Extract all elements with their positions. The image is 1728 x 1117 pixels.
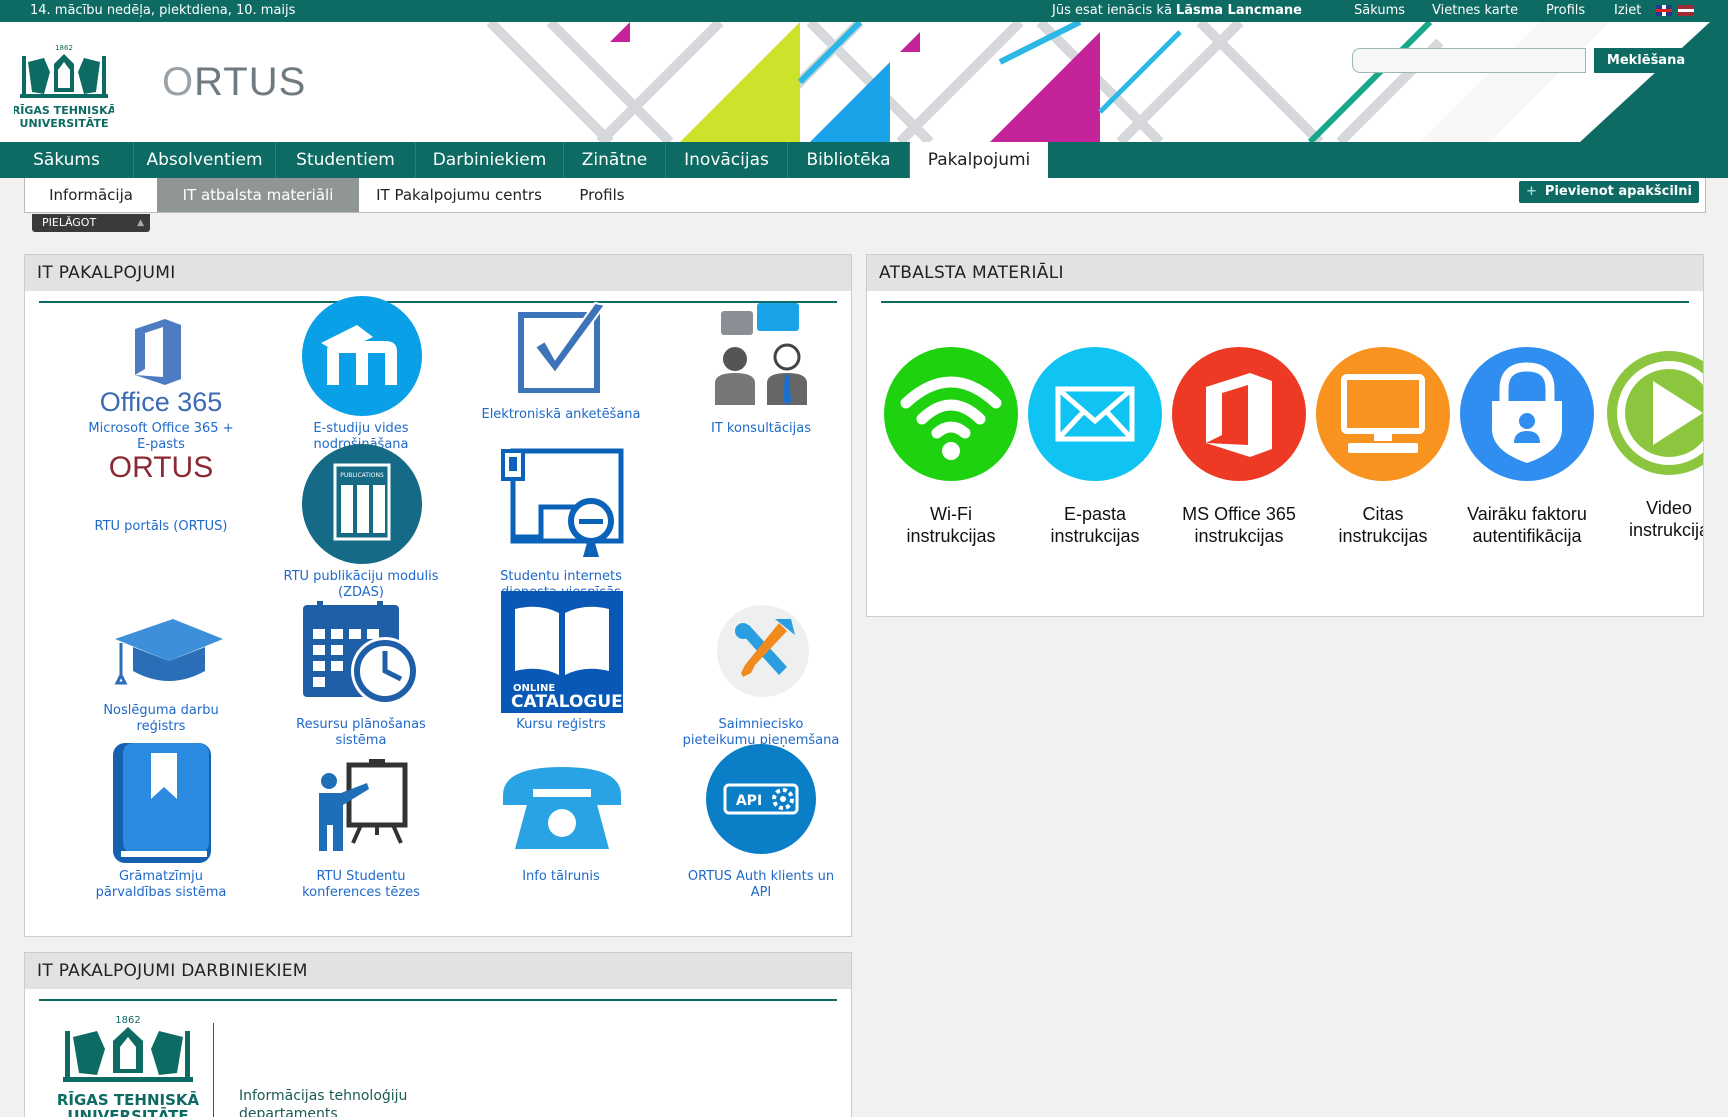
english-flag-icon[interactable]	[1656, 5, 1672, 16]
top-link-home[interactable]: Sākums	[1354, 3, 1405, 18]
phone-icon	[503, 767, 621, 849]
svg-text:1862: 1862	[115, 1015, 140, 1026]
tile-survey[interactable]: Elektroniskā anketēšana	[461, 295, 661, 455]
material-mfa[interactable]: Vairāku faktoru autentifikācija	[1459, 347, 1595, 547]
svg-text:UNIVERSITĀTE: UNIVERSITĀTE	[67, 1105, 188, 1117]
presentation-icon	[319, 759, 408, 851]
tile-facility-requests[interactable]: Saimniecisko pieteikumu pieņemšana	[661, 591, 851, 761]
top-link-logout[interactable]: Iziet	[1614, 3, 1641, 18]
tile-conference-abstracts[interactable]: RTU Studentu konferences tēzes	[261, 743, 461, 913]
rtu-logo-large: 1862 RĪGAS TEHNISKĀ UNIVERSITĀTE	[57, 1015, 200, 1117]
week-date: 14. mācību nedēļa, piektdiena, 10. maijs	[30, 3, 296, 18]
tools-icon	[717, 605, 809, 697]
user-name[interactable]: Lāsma Lancmane	[1176, 3, 1302, 18]
tile-publications[interactable]: PUBLICATIONS RTU publikāciju modulis (ZD…	[261, 443, 461, 613]
bookmark-icon	[113, 743, 211, 863]
main-nav: Sākums Absolventiem Studentiem Darbiniek…	[0, 142, 1728, 178]
nav-staff[interactable]: Darbiniekiem	[416, 142, 564, 178]
tile-ortus-auth-api[interactable]: API ORTUS Auth klients un API	[661, 743, 851, 913]
it-department-name: Informācijas tehnoloģiju departaments	[239, 1088, 408, 1117]
tile-office365[interactable]: Office 365 Microsoft Office 365 + E-past…	[61, 295, 261, 455]
catalogue-icon: ONLINE CATALOGUE	[501, 591, 623, 713]
subtab-it-materials[interactable]: IT atbalsta materiāli	[157, 178, 359, 212]
office365-icon	[135, 319, 181, 385]
calendar-clock-icon	[303, 601, 419, 705]
top-link-sitemap[interactable]: Vietnes karte	[1432, 3, 1518, 18]
rtu-logo[interactable]: 1862 RĪGAS TEHNISKĀ UNIVERSITĀTE	[12, 42, 117, 142]
office-icon	[1172, 347, 1306, 481]
customize-button[interactable]: PIELĀGOT ▲	[32, 214, 150, 232]
publications-icon: PUBLICATIONS	[302, 444, 422, 564]
svg-text:UNIVERSITĀTE: UNIVERSITĀTE	[20, 117, 109, 130]
material-other[interactable]: Citas instrukcijas	[1315, 347, 1451, 547]
nav-students[interactable]: Studentiem	[276, 142, 416, 178]
moodle-icon	[302, 296, 422, 416]
tile-thesis-register[interactable]: Noslēguma darbu reģistrs	[61, 591, 261, 751]
subtab-information[interactable]: Informācija	[25, 178, 157, 212]
tile-resource-planning[interactable]: Resursu plānošanas sistēma	[261, 591, 461, 761]
material-office365[interactable]: MS Office 365 instrukcijas	[1171, 347, 1307, 547]
checkbox-icon	[518, 301, 607, 393]
svg-text:1862: 1862	[55, 44, 73, 52]
divider	[213, 1023, 214, 1117]
nav-alumni[interactable]: Absolventiem	[134, 142, 276, 178]
panel-title: IT PAKALPOJUMI DARBINIEKIEM	[25, 953, 851, 989]
search-button[interactable]: Meklēšana	[1594, 48, 1698, 73]
nav-library[interactable]: Bibliotēka	[788, 142, 910, 178]
panel-title: ATBALSTA MATERIĀLI	[867, 255, 1703, 291]
mail-icon	[1028, 347, 1162, 481]
header: 1862 RĪGAS TEHNISKĀ UNIVERSITĀTE ORTUS M…	[0, 22, 1728, 142]
subtab-it-service-center[interactable]: IT Pakalpojumu centrs	[359, 178, 559, 212]
tile-bookmarks[interactable]: Grāmatzīmju pārvaldības sistēma	[61, 743, 261, 913]
sub-nav: Informācija IT atbalsta materiāli IT Pak…	[24, 178, 1706, 213]
top-link-profile[interactable]: Profils	[1546, 3, 1585, 18]
lock-icon	[1460, 347, 1594, 481]
nav-home[interactable]: Sākums	[0, 142, 134, 178]
caret-up-icon: ▲	[137, 218, 144, 228]
svg-text:RĪGAS TEHNISKĀ: RĪGAS TEHNISKĀ	[14, 104, 114, 117]
material-video[interactable]: Video instrukcija	[1601, 351, 1703, 541]
svg-text:CATALOGUE: CATALOGUE	[511, 692, 623, 712]
ortus-logo[interactable]: ORTUS	[162, 60, 306, 105]
material-email[interactable]: E-pasta instrukcijas	[1027, 347, 1163, 547]
staff-services-panel: IT PAKALPOJUMI DARBINIEKIEM 1862 RĪGAS T…	[24, 952, 852, 1117]
api-gear-icon: API	[706, 744, 816, 854]
wifi-icon	[884, 347, 1018, 481]
tile-moodle[interactable]: E-studiju vides nodrošināšana	[261, 295, 461, 455]
support-materials-panel: ATBALSTA MATERIĀLI Wi-Fi instrukcijas E-…	[866, 254, 1704, 617]
play-icon	[1607, 351, 1703, 475]
svg-text:RĪGAS TEHNISKĀ: RĪGAS TEHNISKĀ	[57, 1089, 200, 1109]
divider	[39, 999, 837, 1001]
header-decoration	[486, 22, 1728, 142]
material-wifi[interactable]: Wi-Fi instrukcijas	[883, 347, 1019, 547]
login-status: Jūs esat ienācis kā Lāsma Lancmane	[1052, 3, 1302, 18]
graduation-cap-icon	[114, 619, 223, 685]
ortus-logo-icon: ORTUS	[108, 451, 214, 484]
tile-it-consultations[interactable]: IT konsultācijas	[661, 295, 851, 455]
top-bar: 14. mācību nedēļa, piektdiena, 10. maijs…	[0, 0, 1728, 22]
nav-innovations[interactable]: Inovācijas	[666, 142, 788, 178]
tile-dorm-internet[interactable]: Studentu internets dienesta viesnīcās	[461, 443, 661, 613]
consultation-icon	[715, 303, 807, 405]
svg-text:PUBLICATIONS: PUBLICATIONS	[340, 472, 384, 479]
svg-text:API: API	[736, 793, 762, 809]
panel-title: IT PAKALPOJUMI	[25, 255, 851, 291]
divider	[881, 301, 1689, 303]
network-icon	[501, 448, 624, 557]
tile-info-phone[interactable]: Info tālrunis	[461, 743, 661, 913]
search-input[interactable]	[1352, 48, 1586, 73]
it-services-panel: IT PAKALPOJUMI Office 365 Microsoft Offi…	[24, 254, 852, 937]
tile-ortus[interactable]: ORTUS RTU portāls (ORTUS)	[61, 443, 261, 563]
latvian-flag-icon[interactable]	[1678, 5, 1694, 16]
tile-course-catalogue[interactable]: ONLINE CATALOGUE Kursu reģistrs	[461, 591, 661, 761]
plus-icon: +	[1526, 184, 1537, 199]
computer-icon	[1316, 347, 1450, 481]
nav-science[interactable]: Zinātne	[564, 142, 666, 178]
add-subtab-button[interactable]: + Pievienot apakšcilni	[1519, 181, 1699, 203]
nav-services[interactable]: Pakalpojumi	[910, 142, 1048, 178]
subtab-profile[interactable]: Profils	[559, 178, 645, 212]
